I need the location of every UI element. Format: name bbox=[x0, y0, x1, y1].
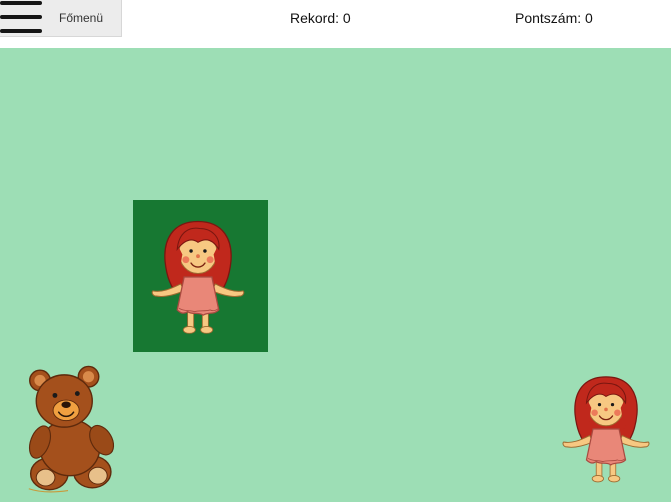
doll-icon[interactable] bbox=[552, 372, 660, 486]
score-label: Pontszám: 0 bbox=[515, 10, 593, 26]
record-label: Rekord: 0 bbox=[290, 10, 351, 26]
teddy-bear-icon[interactable] bbox=[12, 360, 124, 498]
main-menu-button[interactable]: Főmenü bbox=[0, 0, 122, 37]
top-bar: Főmenü Rekord: 0 Pontszám: 0 bbox=[0, 0, 671, 48]
hamburger-icon bbox=[0, 1, 42, 35]
main-menu-label: Főmenü bbox=[59, 11, 104, 25]
doll-icon bbox=[146, 208, 250, 346]
doll-card[interactable] bbox=[133, 200, 268, 352]
